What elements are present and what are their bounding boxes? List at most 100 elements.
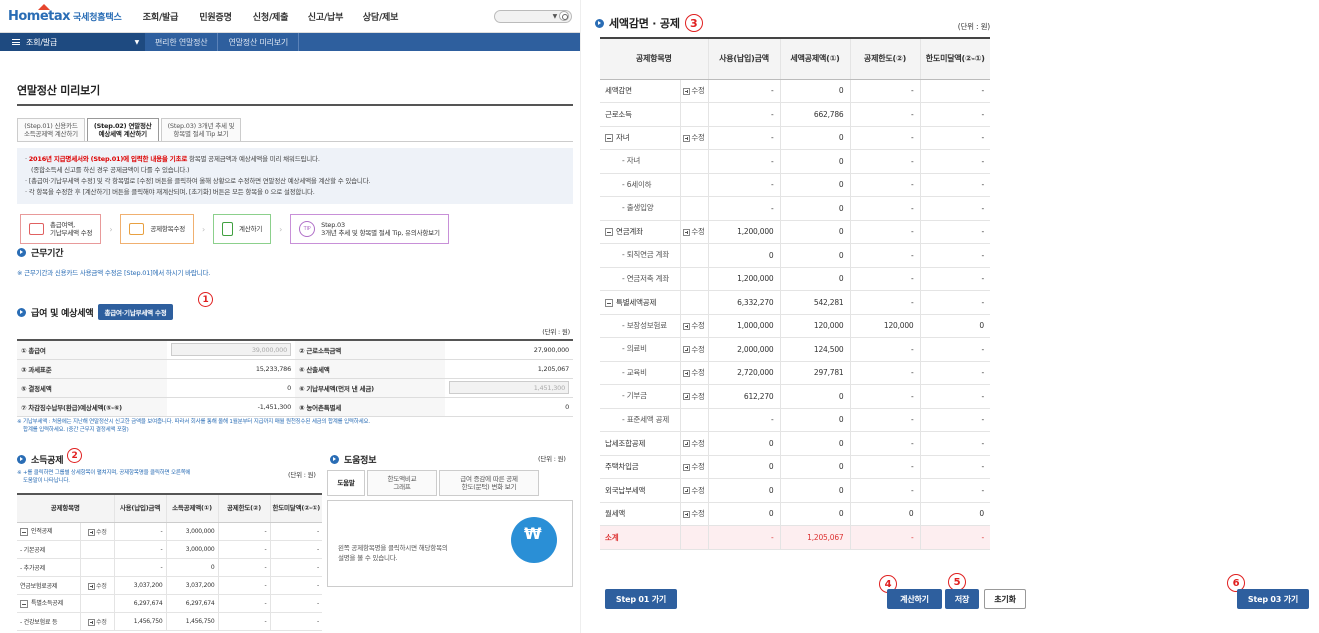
save-button[interactable]: 저장 <box>945 589 979 609</box>
edit-button[interactable]: 수정 <box>88 528 107 536</box>
item-name[interactable]: - 퇴직연금 계좌 <box>600 243 681 268</box>
edit-button[interactable]: 수정 <box>88 582 107 590</box>
edit-button[interactable]: 수정 <box>683 133 705 142</box>
item-name-label[interactable]: 연금보험료공제 <box>20 583 57 590</box>
search-icon[interactable] <box>559 11 569 21</box>
item-name-label[interactable]: - 기부금 <box>622 391 647 400</box>
item-name-label[interactable]: 월세액 <box>605 509 625 518</box>
item-name[interactable]: 특별소득공제 <box>17 594 81 613</box>
step03-button[interactable]: Step 03 가기 <box>1237 589 1309 609</box>
search-box[interactable]: ▼ <box>494 9 572 23</box>
edit-button[interactable]: 수정 <box>683 227 705 236</box>
item-name-label[interactable]: - 교육비 <box>622 368 647 377</box>
item-name[interactable]: - 자녀 <box>600 149 681 174</box>
item-name-label[interactable]: - 출생입양 <box>622 203 654 212</box>
item-name[interactable]: 연금보험료공제 <box>17 576 81 595</box>
tab-step01[interactable]: (Step.01) 신용카드 소득공제액 계산하기 <box>17 118 85 141</box>
item-name-label[interactable]: - 보장성보험료 <box>622 321 667 330</box>
item-name-label[interactable]: - 추가공제 <box>20 565 45 572</box>
logo[interactable]: Hometax 국세청홈택스 <box>8 4 133 24</box>
reset-button[interactable]: 초기화 <box>984 589 1026 609</box>
collapse-toggle-icon[interactable] <box>20 527 28 536</box>
item-name[interactable]: 인적공제 <box>17 522 81 541</box>
gnb-item[interactable]: 신고/납부 <box>298 10 353 23</box>
edit-pay-button[interactable]: 총급여·기납부세액 수정 <box>98 304 173 320</box>
item-name[interactable]: 자녀 <box>600 126 681 150</box>
item-name[interactable]: - 표준세액 공제 <box>600 408 681 432</box>
item-name[interactable]: - 기본공제 <box>17 540 81 559</box>
collapse-toggle-icon[interactable] <box>605 228 613 237</box>
item-name[interactable]: - 연금저축 계좌 <box>600 267 681 291</box>
item-name-label[interactable]: - 연금저축 계좌 <box>622 274 669 283</box>
item-name-label[interactable]: 특별세액공제 <box>616 298 656 307</box>
dropdown-arrow-icon[interactable]: ▼ <box>553 13 558 20</box>
collapse-toggle-icon[interactable] <box>20 599 28 608</box>
item-name-label[interactable]: 인적공제 <box>31 528 52 535</box>
prepaid-tax-input[interactable]: 1,451,300 <box>449 381 569 394</box>
menu-icon[interactable] <box>12 39 20 45</box>
edit-button[interactable]: 수정 <box>88 618 107 626</box>
item-name[interactable]: - 교육비 <box>600 361 681 385</box>
item-name-label[interactable]: - 자녀 <box>622 156 640 165</box>
item-name-label[interactable]: - 6세이하 <box>622 180 652 189</box>
tab-limit-graph[interactable]: 한도액비교 그래프 <box>367 470 437 496</box>
item-name-label[interactable]: 주택차입금 <box>605 462 639 471</box>
item-name[interactable]: 연금계좌 <box>600 220 681 244</box>
edit-button[interactable]: 수정 <box>683 509 705 518</box>
edit-button[interactable]: 수정 <box>683 345 705 354</box>
item-name[interactable]: - 보장성보험료 <box>600 314 681 338</box>
work-period-note: ※ 근무기간과 신용카드 사용금액 수정은 [Step.01]에서 하시기 바랍… <box>17 269 211 277</box>
collapse-toggle-icon[interactable] <box>605 134 613 143</box>
edit-button[interactable]: 수정 <box>683 321 705 330</box>
edit-button[interactable]: 수정 <box>683 86 705 95</box>
item-name-label[interactable]: - 표준세액 공제 <box>622 415 669 424</box>
item-name[interactable]: - 추가공제 <box>17 558 81 577</box>
item-name[interactable]: 주택차입금 <box>600 455 681 479</box>
gnb-item[interactable]: 신청/제출 <box>243 10 298 23</box>
breadcrumb-item[interactable]: 편리한 연말정산 <box>145 33 219 51</box>
tab-threshold[interactable]: 급여 증감에 따른 공제 한도(문턱) 변화 보기 <box>439 470 539 496</box>
item-name-label[interactable]: 근로소득 <box>605 110 632 119</box>
item-name-label[interactable]: 특별소득공제 <box>31 600 63 607</box>
total-pay-input[interactable]: 39,000,000 <box>171 343 292 357</box>
item-name[interactable]: - 기부금 <box>600 384 681 409</box>
item-name-label[interactable]: - 의료비 <box>622 344 647 353</box>
tab-step03[interactable]: (Step.03) 3개년 추세 및 항목별 절세 Tip 보기 <box>160 118 242 141</box>
item-name[interactable]: - 건강보험료 등 <box>17 612 81 631</box>
tab-help[interactable]: 도움말 <box>327 470 365 496</box>
item-name-label[interactable]: 납세조합공제 <box>605 439 645 448</box>
item-name[interactable]: 근로소득 <box>600 102 681 127</box>
item-name[interactable]: - 6세이하 <box>600 173 681 197</box>
item-name[interactable]: 외국납부세액 <box>600 478 681 503</box>
edit-button[interactable]: 수정 <box>683 462 705 471</box>
nav-home[interactable]: 조회/발급 ▼ <box>0 33 145 51</box>
gnb-item[interactable]: 민원증명 <box>188 10 243 23</box>
calculate-button[interactable]: 계산하기 <box>887 589 942 609</box>
item-name[interactable]: 특별세액공제 <box>600 290 681 315</box>
pay-value[interactable]: 39,000,000 <box>167 340 296 360</box>
edit-button[interactable]: 수정 <box>683 368 705 377</box>
step01-button[interactable]: Step 01 가기 <box>605 589 677 609</box>
tab-step02[interactable]: (Step.02) 연말정산 예상세액 계산하기 <box>86 118 159 141</box>
item-name-label[interactable]: 연금계좌 <box>616 227 643 236</box>
collapse-toggle-icon[interactable] <box>605 298 613 307</box>
item-name-label[interactable]: 세액감면 <box>605 86 632 95</box>
item-name[interactable]: - 의료비 <box>600 337 681 362</box>
gnb-item[interactable]: 상담/제보 <box>353 10 408 23</box>
edit-button[interactable]: 수정 <box>683 486 705 495</box>
breadcrumb-item[interactable]: 연말정산 미리보기 <box>218 33 300 51</box>
edit-button[interactable]: 수정 <box>683 392 705 401</box>
item-name[interactable]: 월세액 <box>600 502 681 526</box>
edit-button[interactable]: 수정 <box>683 439 705 448</box>
chevron-down-icon[interactable]: ▼ <box>135 39 140 46</box>
item-name[interactable]: 납세조합공제 <box>600 431 681 456</box>
item-name-label[interactable]: 외국납부세액 <box>605 486 645 495</box>
item-name[interactable]: 세액감면 <box>600 79 681 103</box>
item-name-label[interactable]: 자녀 <box>616 133 630 142</box>
item-name[interactable]: - 출생입양 <box>600 196 681 221</box>
item-name-label[interactable]: - 퇴직연금 계좌 <box>622 250 669 259</box>
item-name-label[interactable]: - 기본공제 <box>20 547 45 554</box>
item-name-label[interactable]: - 건강보험료 등 <box>20 619 58 626</box>
gnb-item[interactable]: 조회/발급 <box>133 10 188 23</box>
pay-value[interactable]: 1,451,300 <box>444 378 573 398</box>
